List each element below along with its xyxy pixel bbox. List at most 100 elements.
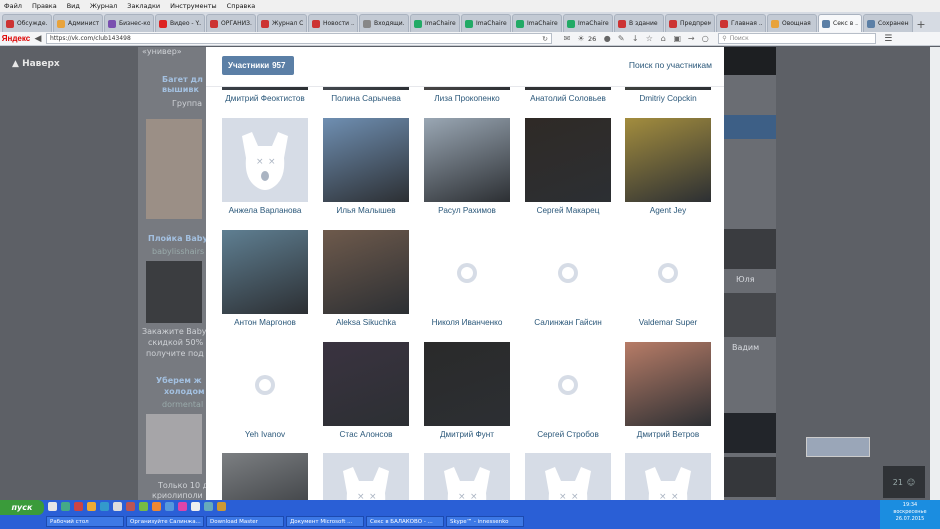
default-dog-avatar-icon[interactable]: × × (525, 453, 611, 500)
browser-tab[interactable]: ОРГАНИЗ... (206, 14, 256, 32)
default-dog-avatar-icon[interactable]: × × (222, 118, 308, 202)
member-card[interactable]: Расул Рахимов (424, 118, 510, 218)
ad-image[interactable] (146, 261, 202, 323)
yandex-logo[interactable]: Яндекс (0, 34, 32, 43)
member-photo[interactable] (424, 118, 510, 202)
member-name[interactable]: Agent Jey (613, 206, 723, 215)
members-tab-button[interactable]: Участники 957 (222, 56, 295, 75)
member-card[interactable]: × × (323, 453, 409, 500)
browser-tab[interactable]: Новости ... (308, 14, 358, 32)
menu-item[interactable]: Вид (67, 2, 80, 10)
menu-item[interactable]: Журнал (90, 2, 117, 10)
quick-launch-icon[interactable] (165, 502, 174, 511)
quick-launch-icon[interactable] (113, 502, 122, 511)
member-card[interactable]: × × Анжела Варланова (222, 118, 308, 218)
right-image[interactable] (724, 457, 776, 497)
camera-placeholder-icon[interactable] (222, 342, 308, 426)
bookmark-star-icon[interactable]: ☆ (642, 34, 656, 43)
quick-launch-icon[interactable] (139, 502, 148, 511)
member-card[interactable]: × × (424, 453, 510, 500)
mail-icon[interactable]: ✉ (560, 34, 574, 43)
quick-launch-icon[interactable] (48, 502, 57, 511)
camera-placeholder-icon[interactable] (625, 230, 711, 314)
ad-title[interactable]: Уберем ж (156, 376, 202, 385)
browser-tab[interactable]: Админист... (53, 14, 103, 32)
member-photo[interactable] (525, 118, 611, 202)
quick-launch-icon[interactable] (100, 502, 109, 511)
taskbar-button[interactable]: Документ Microsoft ... (286, 516, 364, 527)
member-card[interactable]: Сергей Стробов (525, 342, 611, 442)
member-card[interactable]: Стас Алонсов (323, 342, 409, 442)
default-dog-avatar-icon[interactable]: × × (424, 453, 510, 500)
member-card[interactable]: Yeh Ivanov (222, 342, 308, 442)
member-photo[interactable] (625, 118, 711, 202)
quick-launch-icon[interactable] (204, 502, 213, 511)
menu-icon[interactable]: ☰ (884, 34, 892, 44)
member-card[interactable]: Антон Маргонов (222, 230, 308, 330)
quick-launch-icon[interactable] (191, 502, 200, 511)
member-card[interactable]: × × (525, 453, 611, 500)
camera-placeholder-icon[interactable] (525, 342, 611, 426)
browser-tab[interactable]: Сохранени... (863, 14, 913, 32)
back-to-top-link[interactable]: ▲ Наверх (12, 59, 60, 69)
search-input[interactable]: ⚲ Поиск (718, 33, 877, 44)
member-photo[interactable] (323, 342, 409, 426)
member-photo[interactable] (222, 453, 308, 500)
member-name[interactable]: Valdemar Super (613, 318, 723, 327)
member-photo[interactable] (424, 342, 510, 426)
share-icon[interactable]: → (684, 34, 698, 43)
ad-title[interactable]: холодом (164, 387, 205, 396)
member-photo[interactable] (625, 342, 711, 426)
member-name[interactable]: Расул Рахимов (412, 206, 522, 215)
browser-tab[interactable]: Главная ... (716, 14, 766, 32)
member-name[interactable]: Полина Сарычева (311, 94, 421, 103)
browser-tab[interactable]: Видео - Y... (155, 14, 205, 32)
member-name[interactable]: Салинжан Гайсин (513, 318, 623, 327)
ad-image[interactable] (146, 414, 202, 474)
download-icon[interactable]: ↓ (628, 34, 642, 43)
ad-title[interactable]: вышивк (162, 85, 199, 94)
menu-item[interactable]: Закладки (127, 2, 160, 10)
browser-tab[interactable]: Бизнес-кос (104, 14, 154, 32)
quick-launch-icon[interactable] (61, 502, 70, 511)
member-card[interactable]: Agent Jey (625, 118, 711, 218)
right-name[interactable]: Вадим (732, 343, 759, 352)
search-members-link[interactable]: Поиск по участникам (629, 60, 712, 70)
browser-tab[interactable]: Входящи... (359, 14, 409, 32)
member-name[interactable]: Yeh Ivanov (210, 430, 320, 439)
right-image[interactable] (724, 413, 776, 453)
counter-widget[interactable]: 21 ☺ (883, 466, 925, 498)
member-photo[interactable] (323, 118, 409, 202)
browser-tab[interactable]: ImaChaire... (563, 14, 613, 32)
member-name[interactable]: Дмитрий Ветров (613, 430, 723, 439)
ad-image[interactable] (146, 119, 202, 219)
right-name[interactable]: Юля (736, 275, 755, 284)
member-card[interactable]: Илья Малышев (323, 118, 409, 218)
translate-icon[interactable]: ✎ (614, 34, 628, 43)
menu-item[interactable]: Правка (32, 2, 57, 10)
floating-widget[interactable] (806, 437, 870, 457)
browser-tab[interactable]: Овощная ... (767, 14, 817, 32)
browser-tab[interactable]: ImaChaire... (512, 14, 562, 32)
ad-title[interactable]: Багет дл (162, 75, 203, 84)
page-scrollbar[interactable] (930, 47, 940, 500)
member-photo[interactable] (222, 230, 308, 314)
member-name[interactable]: Дмитрий Феоктистов (210, 94, 320, 103)
member-card[interactable]: Дмитрий Фунт (424, 342, 510, 442)
addon-icon[interactable]: ● (600, 34, 614, 43)
member-card[interactable]: Valdemar Super (625, 230, 711, 330)
new-tab-icon[interactable]: + (914, 16, 928, 32)
member-name[interactable]: Анжела Варланова (210, 206, 320, 215)
menu-item[interactable]: Справка (227, 2, 256, 10)
default-dog-avatar-icon[interactable]: × × (625, 453, 711, 500)
weather-icon[interactable]: ☀ (574, 34, 588, 43)
taskbar-button[interactable]: Skype™ - innessenko (446, 516, 524, 527)
member-name[interactable]: Aleksa Sikuchka (311, 318, 421, 327)
quick-launch-icon[interactable] (74, 502, 83, 511)
member-name[interactable]: Антон Маргонов (210, 318, 320, 327)
ad-title[interactable]: Плойка Baby (148, 234, 208, 243)
member-card[interactable]: Николя Иванченко (424, 230, 510, 330)
quick-launch-icon[interactable] (126, 502, 135, 511)
url-text[interactable]: https://vk.com/club143498 (50, 35, 542, 42)
reload-icon[interactable]: ↻ (542, 35, 548, 43)
